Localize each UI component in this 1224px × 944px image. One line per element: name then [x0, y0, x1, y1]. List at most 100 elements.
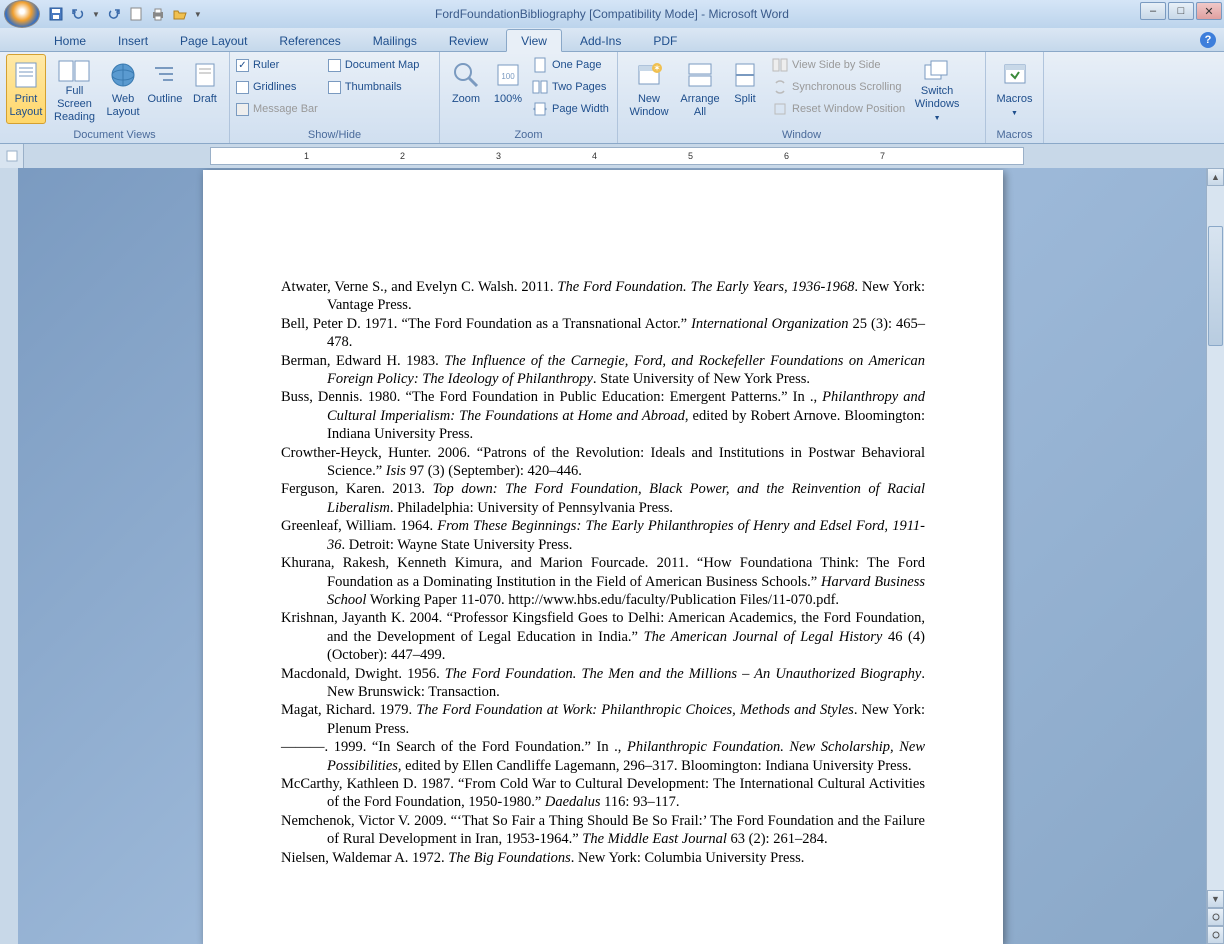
- outline-button[interactable]: Outline: [145, 54, 185, 124]
- bibliography-entry[interactable]: Atwater, Verne S., and Evelyn C. Walsh. …: [281, 278, 925, 315]
- thumbnails-checkbox[interactable]: Thumbnails: [328, 76, 420, 98]
- bibliography-entry[interactable]: Ferguson, Karen. 2013. Top down: The For…: [281, 480, 925, 517]
- one-page-label: One Page: [552, 59, 602, 71]
- tab-pdf[interactable]: PDF: [639, 30, 691, 51]
- zoom-100-button[interactable]: 100 100%: [488, 54, 528, 124]
- scroll-thumb[interactable]: [1208, 226, 1223, 346]
- side-by-side-label: View Side by Side: [792, 59, 880, 71]
- bibliography-entry[interactable]: Krishnan, Jayanth K. 2004. “Professor Ki…: [281, 609, 925, 664]
- document-map-label: Document Map: [345, 59, 420, 71]
- split-button[interactable]: Split: [726, 54, 764, 124]
- page-width-button[interactable]: Page Width: [530, 98, 611, 120]
- side-by-side-icon: [772, 57, 788, 73]
- group-label-show-hide: Show/Hide: [230, 129, 439, 141]
- bibliography-entry[interactable]: Khurana, Rakesh, Kenneth Kimura, and Mar…: [281, 554, 925, 609]
- document-page[interactable]: Atwater, Verne S., and Evelyn C. Walsh. …: [203, 170, 1003, 944]
- group-label-document-views: Document Views: [0, 129, 229, 141]
- bibliography-entry[interactable]: Macdonald, Dwight. 1956. The Ford Founda…: [281, 665, 925, 702]
- tab-mailings[interactable]: Mailings: [359, 30, 431, 51]
- group-macros: Macros ▼ Macros: [986, 52, 1044, 143]
- reset-position-label: Reset Window Position: [792, 103, 905, 115]
- zoom-label: Zoom: [452, 93, 480, 106]
- ruler-mark: 6: [784, 151, 789, 161]
- draft-button[interactable]: Draft: [187, 54, 223, 124]
- split-icon: [729, 59, 761, 91]
- next-page-button[interactable]: [1207, 926, 1224, 944]
- draft-icon: [189, 59, 221, 91]
- group-label-zoom: Zoom: [440, 129, 617, 141]
- close-button[interactable]: ✕: [1196, 2, 1222, 20]
- bibliography-entry[interactable]: Bell, Peter D. 1971. “The Ford Foundatio…: [281, 315, 925, 352]
- horizontal-ruler[interactable]: 1234567: [210, 147, 1024, 165]
- document-map-checkbox[interactable]: Document Map: [328, 54, 420, 76]
- tab-home[interactable]: Home: [40, 30, 100, 51]
- one-page-button[interactable]: One Page: [530, 54, 611, 76]
- scroll-up-button[interactable]: ▲: [1207, 168, 1224, 186]
- bibliography-entry[interactable]: McCarthy, Kathleen D. 1987. “From Cold W…: [281, 775, 925, 812]
- bibliography-entry[interactable]: Berman, Edward H. 1983. The Influence of…: [281, 352, 925, 389]
- arrange-all-button[interactable]: Arrange All: [676, 54, 724, 124]
- vertical-ruler[interactable]: [0, 168, 18, 944]
- web-layout-button[interactable]: Web Layout: [103, 54, 143, 124]
- zoom-icon: [450, 59, 482, 91]
- print-icon[interactable]: [150, 6, 166, 22]
- tab-insert[interactable]: Insert: [104, 30, 162, 51]
- new-window-icon: ✶: [633, 59, 665, 91]
- new-icon[interactable]: [128, 6, 144, 22]
- ruler-corner[interactable]: [0, 144, 24, 168]
- undo-dropdown-icon[interactable]: ▼: [92, 10, 100, 19]
- page-width-icon: [532, 101, 548, 117]
- help-icon[interactable]: ?: [1200, 32, 1216, 48]
- undo-icon[interactable]: [70, 6, 86, 22]
- reset-position-icon: [772, 101, 788, 117]
- office-button[interactable]: [4, 0, 40, 28]
- two-pages-button[interactable]: Two Pages: [530, 76, 611, 98]
- bibliography-entry[interactable]: Buss, Dennis. 1980. “The Ford Foundation…: [281, 388, 925, 443]
- ruler-mark: 1: [304, 151, 309, 161]
- one-page-icon: [532, 57, 548, 73]
- tab-references[interactable]: References: [265, 30, 354, 51]
- arrange-all-icon: [684, 59, 716, 91]
- tab-addins[interactable]: Add-Ins: [566, 30, 635, 51]
- qat-customize-icon[interactable]: ▼: [194, 10, 202, 19]
- macros-button[interactable]: Macros ▼: [992, 54, 1037, 124]
- bibliography-entry[interactable]: Nielsen, Waldemar A. 1972. The Big Found…: [281, 849, 925, 867]
- scroll-track[interactable]: [1207, 186, 1224, 890]
- ribbon: Print Layout Full Screen Reading Web Lay…: [0, 52, 1224, 144]
- open-icon[interactable]: [172, 6, 188, 22]
- zoom-button[interactable]: Zoom: [446, 54, 486, 124]
- bibliography-entry[interactable]: Magat, Richard. 1979. The Ford Foundatio…: [281, 701, 925, 738]
- bibliography-entry[interactable]: ———. 1999. “In Search of the Ford Founda…: [281, 738, 925, 775]
- new-window-button[interactable]: ✶ New Window: [624, 54, 674, 124]
- save-icon[interactable]: [48, 6, 64, 22]
- ruler-checkbox[interactable]: ✓Ruler: [236, 54, 318, 76]
- group-label-window: Window: [618, 129, 985, 141]
- minimize-button[interactable]: –: [1140, 2, 1166, 20]
- ruler-mark: 3: [496, 151, 501, 161]
- maximize-button[interactable]: □: [1168, 2, 1194, 20]
- tab-view[interactable]: View: [506, 29, 562, 52]
- gridlines-checkbox[interactable]: Gridlines: [236, 76, 318, 98]
- outline-label: Outline: [148, 93, 183, 106]
- full-screen-reading-button[interactable]: Full Screen Reading: [48, 54, 101, 124]
- tab-review[interactable]: Review: [435, 30, 502, 51]
- group-zoom: Zoom 100 100% One Page Two Pages Page Wi…: [440, 52, 618, 143]
- window-controls: – □ ✕: [1140, 2, 1222, 20]
- tab-page-layout[interactable]: Page Layout: [166, 30, 261, 51]
- bibliography-entry[interactable]: Crowther-Heyck, Hunter. 2006. “Patrons o…: [281, 444, 925, 481]
- bibliography-entry[interactable]: Nemchenok, Victor V. 2009. “‘That So Fai…: [281, 812, 925, 849]
- vertical-scrollbar[interactable]: ▲ ▼: [1206, 168, 1224, 944]
- previous-page-button[interactable]: [1207, 908, 1224, 926]
- ruler-label: Ruler: [253, 59, 279, 71]
- sync-scroll-icon: [772, 79, 788, 95]
- scroll-down-button[interactable]: ▼: [1207, 890, 1224, 908]
- print-layout-button[interactable]: Print Layout: [6, 54, 46, 124]
- print-layout-icon: [10, 59, 42, 91]
- group-window: ✶ New Window Arrange All Split View Side…: [618, 52, 986, 143]
- bibliography-entry[interactable]: Greenleaf, William. 1964. From These Beg…: [281, 517, 925, 554]
- reset-position-button: Reset Window Position: [770, 98, 907, 120]
- window-title: FordFoundationBibliography [Compatibilit…: [435, 7, 789, 21]
- switch-windows-button[interactable]: Switch Windows ▼: [909, 54, 965, 124]
- svg-text:100: 100: [501, 72, 515, 81]
- redo-icon[interactable]: [106, 6, 122, 22]
